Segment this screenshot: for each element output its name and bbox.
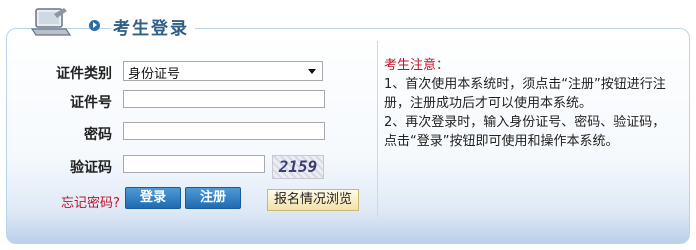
cert-no-input[interactable] xyxy=(123,90,325,108)
laptop-icon xyxy=(30,8,72,36)
password-input[interactable] xyxy=(123,122,325,140)
cert-type-label: 证件类别 xyxy=(56,66,112,82)
notice-item-1: 1、首次使用本系统时，须点击“注册”按钮进行注册，注册成功后才可以使用本系统。 xyxy=(384,77,666,111)
captcha-input[interactable] xyxy=(123,155,265,173)
captcha-image[interactable]: 2159 xyxy=(272,155,324,179)
register-button[interactable]: 注册 xyxy=(185,187,241,209)
notice-item-2: 2、再次登录时，输入身份证号、密码、验证码，点击“登录”按钮即可使用和操作本系统… xyxy=(384,115,666,149)
browse-registration-button[interactable]: 报名情况浏览 xyxy=(267,189,359,211)
login-button[interactable]: 登录 xyxy=(125,187,181,209)
page-title: 考生登录 xyxy=(111,14,195,39)
captcha-label: 验证码 xyxy=(70,160,112,176)
cert-no-label: 证件号 xyxy=(70,95,112,111)
chevron-down-icon xyxy=(308,69,316,74)
cert-type-value: 身份证号 xyxy=(128,67,181,82)
panel-divider xyxy=(377,41,378,217)
notice-box: 考生注意： 1、首次使用本系统时，须点击“注册”按钮进行注册，注册成功后才可以使… xyxy=(384,56,672,151)
notice-title: 考生注意： xyxy=(384,58,450,73)
password-label: 密码 xyxy=(84,127,112,143)
forgot-password-link[interactable]: 忘记密码? xyxy=(61,192,120,211)
cert-type-select[interactable]: 身份证号 xyxy=(123,61,323,82)
header-bullet-icon xyxy=(89,20,100,31)
